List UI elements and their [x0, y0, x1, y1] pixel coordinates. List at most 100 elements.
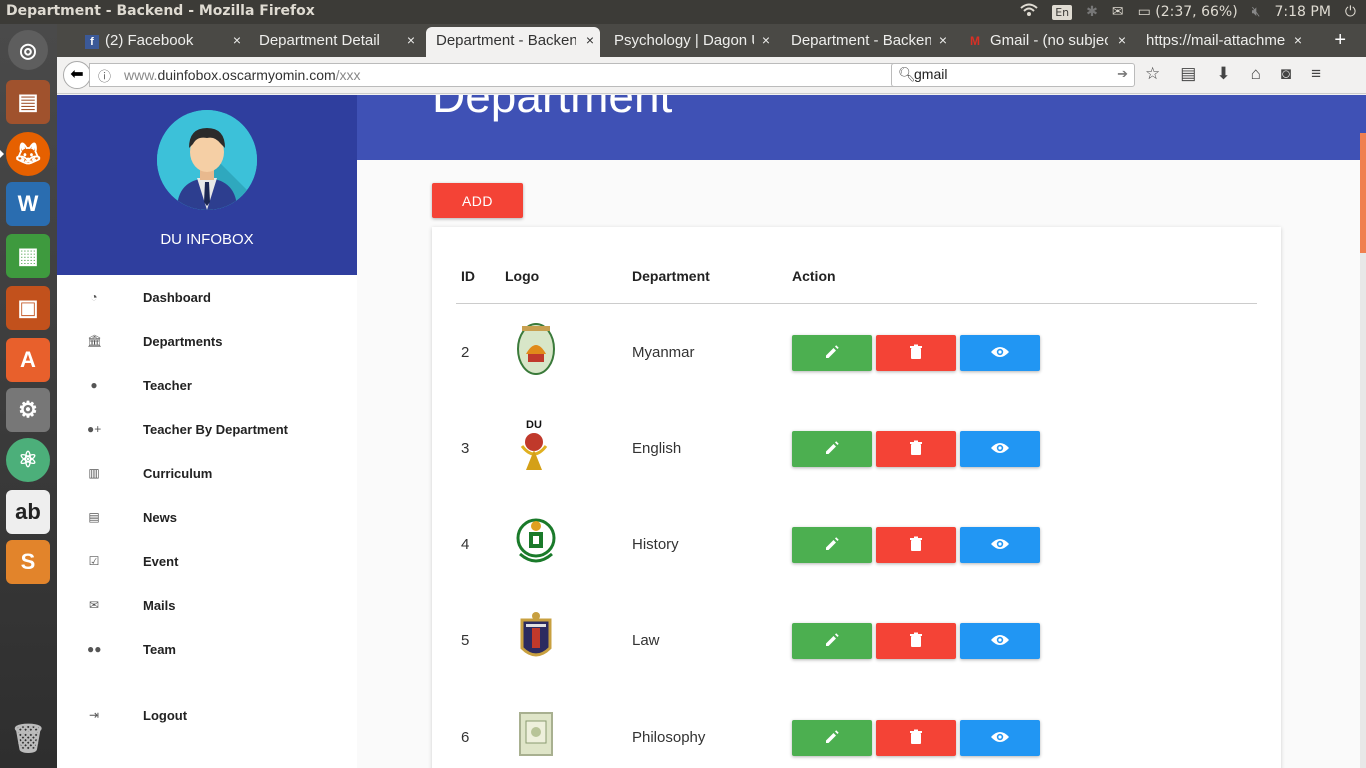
column-header-department: Department — [632, 268, 710, 284]
pencil-icon — [824, 536, 840, 555]
sidebar-item-curriculum[interactable]: ▥ Curriculum — [57, 451, 357, 495]
arrow-left-icon: ⬅︎ — [70, 66, 84, 83]
book-icon: ▥ — [88, 466, 100, 480]
sidebar-item-teacher[interactable]: ● Teacher — [57, 363, 357, 407]
sidebar-item-mails[interactable]: ✉ Mails — [57, 583, 357, 627]
clock[interactable]: 7:18 PM — [1275, 4, 1331, 20]
tab-gmail[interactable]: M Gmail - (no subject) × — [960, 27, 1132, 57]
tab-close-icon[interactable]: × — [407, 32, 415, 48]
row-id: 3 — [461, 440, 470, 457]
calc-icon[interactable]: ▦ — [6, 234, 50, 278]
tab-department-backend-active[interactable]: Department - Backend × — [426, 27, 600, 57]
sidebar-item-logout[interactable]: ⇥ Logout — [57, 693, 357, 737]
search-bar[interactable]: 🔍︎ ➔ — [891, 63, 1135, 87]
firefox-icon[interactable]: 🦊︎ — [0, 132, 50, 176]
sublime-icon[interactable]: S — [6, 540, 50, 584]
ubuntu-dash-icon[interactable]: ◎ — [8, 30, 48, 70]
trash-icon — [909, 536, 923, 555]
files-icon[interactable]: ▤ — [6, 80, 50, 124]
keyboard-language[interactable]: En — [1052, 4, 1073, 20]
sidebar-item-event[interactable]: ☑ Event — [57, 539, 357, 583]
page-scrollbar[interactable] — [1360, 133, 1366, 768]
delete-button[interactable] — [876, 335, 956, 371]
tab-mail-attachment[interactable]: https://mail-attachme × — [1136, 27, 1308, 57]
back-button[interactable]: ⬅︎ — [63, 61, 91, 89]
sidebar-item-teacher-by-department[interactable]: ●+ Teacher By Department — [57, 407, 357, 451]
view-button[interactable] — [960, 720, 1040, 756]
sidebar-item-dashboard[interactable]: ◔ Dashboard — [57, 275, 357, 319]
tab-department-backend[interactable]: Department - Backend × — [781, 27, 953, 57]
dictionary-icon[interactable]: ab — [6, 490, 50, 534]
impress-icon[interactable]: ▣ — [6, 286, 50, 330]
edit-button[interactable] — [792, 527, 872, 563]
delete-button[interactable] — [876, 431, 956, 467]
view-button[interactable] — [960, 527, 1040, 563]
trash-icon[interactable]: 🗑︎ — [6, 716, 50, 760]
bank-icon: 🏛︎ — [87, 334, 103, 348]
pencil-icon — [824, 729, 840, 748]
url-text[interactable]: www.duinfobox.oscarmyomin.com/xxx — [124, 67, 361, 83]
tab-close-icon[interactable]: × — [1294, 32, 1302, 48]
edit-button[interactable] — [792, 623, 872, 659]
site-info-icon[interactable]: ⓘ — [98, 66, 111, 85]
table-row: 6 Philosophy — [432, 689, 1281, 768]
menu-icon[interactable]: ≡ — [1311, 64, 1321, 84]
battery-indicator[interactable]: ▭ (2:37, 66%) — [1138, 4, 1238, 20]
department-logo-law — [514, 610, 558, 664]
tab-close-icon[interactable]: × — [762, 32, 770, 48]
sidebar-item-news[interactable]: ▤ News — [57, 495, 357, 539]
tab-close-icon[interactable]: × — [1118, 32, 1126, 48]
view-button[interactable] — [960, 623, 1040, 659]
new-tab-button[interactable]: + — [1334, 29, 1346, 52]
tab-close-icon[interactable]: × — [586, 32, 594, 48]
software-center-icon[interactable]: A — [6, 338, 50, 382]
wifi-icon[interactable] — [1020, 3, 1038, 21]
eye-icon — [990, 633, 1010, 650]
mail-icon[interactable]: ✉ — [1112, 4, 1124, 20]
toolbar-icons: ☆ ▤ ⬇ ⌂ ◙ ≡ — [1145, 64, 1321, 84]
department-name: History — [632, 536, 679, 553]
edit-button[interactable] — [792, 335, 872, 371]
battery-status: (2:37, 66%) — [1155, 4, 1238, 20]
tab-close-icon[interactable]: × — [939, 32, 947, 48]
sidebar-item-team[interactable]: ●● Team — [57, 627, 357, 671]
download-icon[interactable]: ⬇ — [1216, 64, 1230, 84]
tab-department-detail[interactable]: Department Detail × — [249, 27, 421, 57]
browser-nav-bar: ⬅︎ ⓘ www.duinfobox.oscarmyomin.com/xxx ▤… — [57, 57, 1366, 94]
edit-button[interactable] — [792, 431, 872, 467]
delete-button[interactable] — [876, 623, 956, 659]
url-bar[interactable]: ⓘ www.duinfobox.oscarmyomin.com/xxx ▤ ↻ — [89, 63, 941, 87]
edit-button[interactable] — [792, 720, 872, 756]
home-icon[interactable]: ⌂ — [1251, 64, 1261, 84]
trash-icon — [909, 344, 923, 363]
tab-facebook[interactable]: f (2) Facebook × — [75, 27, 247, 57]
volume-muted-icon[interactable]: 🔇︎ — [1252, 4, 1261, 20]
sidebar-profile: DU INFOBOX — [57, 95, 357, 275]
power-icon[interactable]: ⏻ — [1345, 4, 1356, 20]
scrollbar-thumb[interactable] — [1360, 133, 1366, 253]
atom-icon[interactable]: ⚛ — [6, 438, 50, 482]
tab-close-icon[interactable]: × — [233, 32, 241, 48]
settings-icon[interactable]: ⚙ — [6, 388, 50, 432]
department-name: Law — [632, 632, 660, 649]
add-button[interactable]: ADD — [432, 183, 523, 218]
tab-psychology[interactable]: Psychology | Dagon U × — [604, 27, 776, 57]
bookmark-star-icon[interactable]: ☆ — [1145, 64, 1160, 84]
row-id: 2 — [461, 344, 470, 361]
reading-list-icon[interactable]: ▤ — [1180, 64, 1196, 84]
row-id: 4 — [461, 536, 470, 553]
search-go-icon[interactable]: ➔ — [1117, 66, 1128, 82]
department-name: English — [632, 440, 682, 457]
sidebar-item-departments[interactable]: 🏛︎ Departments — [57, 319, 357, 363]
view-button[interactable] — [960, 431, 1040, 467]
search-input[interactable] — [914, 66, 1110, 82]
trash-icon — [909, 632, 923, 651]
writer-icon[interactable]: W — [6, 182, 50, 226]
view-button[interactable] — [960, 335, 1040, 371]
delete-button[interactable] — [876, 527, 956, 563]
avatar[interactable] — [157, 110, 257, 210]
pocket-icon[interactable]: ◙ — [1281, 64, 1291, 84]
table-row: 3 DU English — [432, 400, 1281, 496]
bluetooth-icon[interactable]: ✱ — [1086, 4, 1098, 20]
delete-button[interactable] — [876, 720, 956, 756]
